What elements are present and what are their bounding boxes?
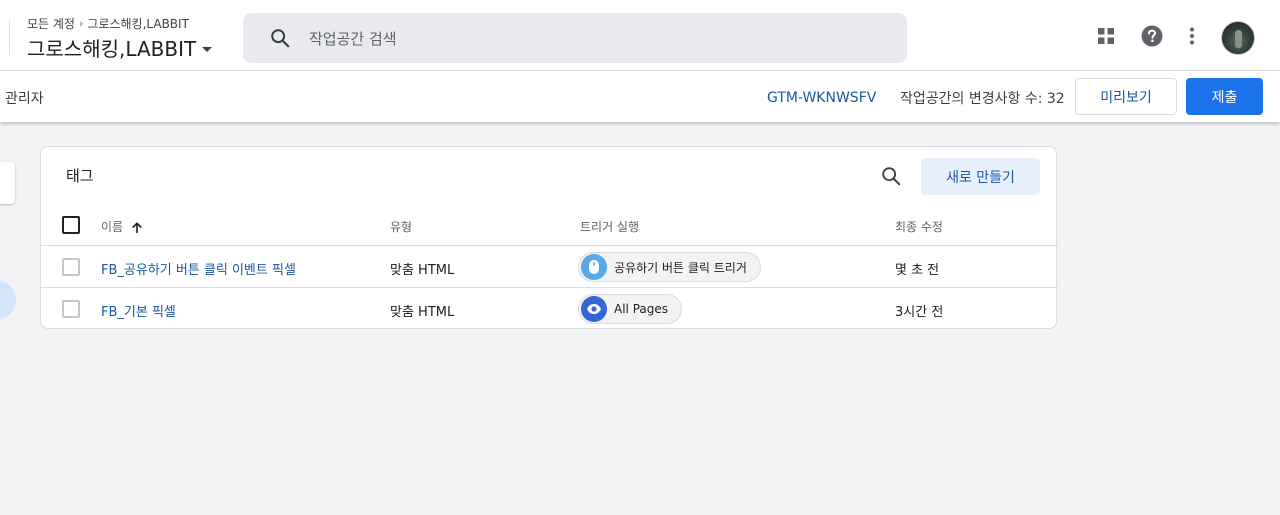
breadcrumb-all-accounts[interactable]: 모든 계정 bbox=[27, 15, 75, 32]
table-row[interactable]: FB_공유하기 버튼 클릭 이벤트 픽셀 맞춤 HTML 공유하기 버튼 클릭 … bbox=[41, 246, 1058, 288]
workspace-changes: 작업공간의 변경사항 수: 32 bbox=[900, 91, 1065, 107]
column-header-triggers[interactable]: 트리거 실행 bbox=[580, 218, 639, 235]
column-header-modified[interactable]: 최종 수정 bbox=[895, 218, 943, 235]
submit-button[interactable]: 제출 bbox=[1186, 78, 1263, 115]
workspace-bar: 관리자 GTM-WKNWSFV 작업공간의 변경사항 수: 32 미리보기 제출 bbox=[0, 71, 1280, 122]
container-switcher[interactable]: 그로스해킹,LABBIT bbox=[27, 33, 213, 62]
mouse-icon bbox=[581, 254, 607, 280]
trigger-chip[interactable]: All Pages bbox=[578, 294, 682, 324]
column-header-type[interactable]: 유형 bbox=[390, 218, 412, 235]
last-modified: 몇 초 전 bbox=[895, 263, 940, 278]
eye-icon bbox=[581, 296, 607, 322]
side-nav-active-indicator[interactable] bbox=[0, 280, 16, 320]
help-icon[interactable] bbox=[1140, 24, 1164, 48]
breadcrumb-account[interactable]: 그로스해킹,LABBIT bbox=[87, 15, 189, 32]
tag-name-link[interactable]: FB_공유하기 버튼 클릭 이벤트 픽셀 bbox=[101, 259, 296, 278]
arrow-up-icon bbox=[132, 221, 142, 233]
card-title: 태그 bbox=[66, 167, 94, 185]
trigger-label: All Pages bbox=[614, 302, 668, 316]
container-name: 그로스해킹,LABBIT bbox=[27, 37, 197, 61]
container-id-link[interactable]: GTM-WKNWSFV bbox=[767, 90, 876, 106]
workspace-search[interactable]: 작업공간 검색 bbox=[243, 13, 907, 63]
divider bbox=[9, 20, 10, 54]
tags-card: 태그 새로 만들기 이름 유형 트리거 실행 최종 수정 FB_공유하기 버튼 … bbox=[40, 146, 1058, 330]
trigger-chip[interactable]: 공유하기 버튼 클릭 트리거 bbox=[578, 252, 761, 282]
avatar[interactable] bbox=[1221, 21, 1255, 55]
trigger-label: 공유하기 버튼 클릭 트리거 bbox=[614, 260, 747, 275]
row-checkbox[interactable] bbox=[62, 300, 80, 318]
apps-grid-icon[interactable] bbox=[1094, 24, 1118, 48]
preview-button[interactable]: 미리보기 bbox=[1075, 78, 1177, 115]
breadcrumb: 모든 계정 › 그로스해킹,LABBIT bbox=[27, 15, 189, 32]
tag-type: 맞춤 HTML bbox=[390, 263, 455, 278]
tag-type: 맞춤 HTML bbox=[390, 305, 455, 320]
column-header-name[interactable]: 이름 bbox=[101, 218, 143, 235]
column-header-name-label: 이름 bbox=[101, 220, 124, 234]
new-tag-button[interactable]: 새로 만들기 bbox=[921, 158, 1040, 195]
search-placeholder: 작업공간 검색 bbox=[309, 29, 397, 48]
caret-down-icon bbox=[202, 47, 213, 52]
tag-name-link[interactable]: FB_기본 픽셀 bbox=[101, 301, 176, 320]
admin-tab[interactable]: 관리자 bbox=[5, 88, 44, 108]
table-row[interactable]: FB_기본 픽셀 맞춤 HTML All Pages 3시간 전 bbox=[41, 288, 1058, 330]
table-header: 이름 유형 트리거 실행 최종 수정 bbox=[41, 205, 1058, 246]
row-checkbox[interactable] bbox=[62, 258, 80, 276]
search-icon[interactable] bbox=[880, 165, 902, 187]
side-panel-card[interactable] bbox=[0, 162, 15, 204]
more-vert-icon[interactable] bbox=[1180, 24, 1204, 48]
select-all-checkbox[interactable] bbox=[62, 216, 80, 234]
chevron-right-icon: › bbox=[78, 17, 84, 30]
last-modified: 3시간 전 bbox=[895, 305, 944, 320]
top-bar: 모든 계정 › 그로스해킹,LABBIT 그로스해킹,LABBIT 작업공간 검… bbox=[0, 0, 1280, 71]
search-icon bbox=[271, 29, 290, 48]
